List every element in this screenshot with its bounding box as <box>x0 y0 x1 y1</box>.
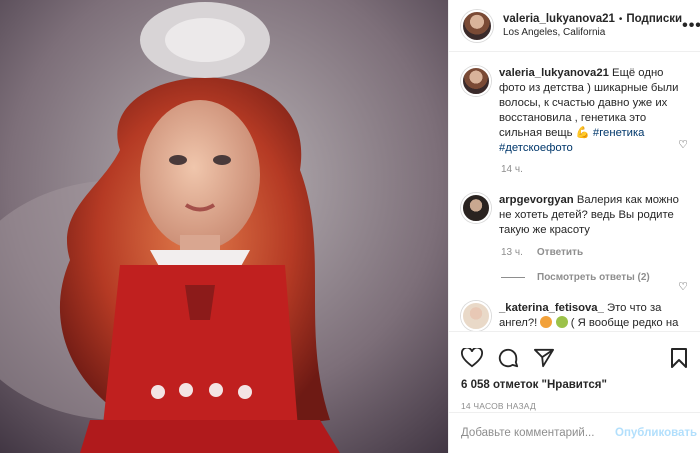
separator-dot: • <box>618 13 623 25</box>
cat-face-emoji-icon <box>555 316 568 328</box>
caption-text: valeria_lukyanova21 Ещё одно фото из дет… <box>499 66 688 156</box>
following-button[interactable]: Подписки <box>626 13 682 25</box>
like-heart-icon[interactable] <box>461 348 483 368</box>
view-replies-label[interactable]: Посмотреть ответы (2) <box>537 272 650 283</box>
comment-like-icon[interactable]: ♡ <box>678 138 688 151</box>
comment-item: _katerina_fetisova_ Это что за ангел?! (… <box>461 281 688 331</box>
commenter-avatar[interactable] <box>461 193 491 223</box>
post-timestamp[interactable]: 14 ЧАСОВ НАЗАД <box>461 401 688 411</box>
comment-meta: 13 ч. Ответить <box>501 247 688 258</box>
comment-text: _katerina_fetisova_ Это что за ангел?! (… <box>499 301 688 331</box>
comment-author[interactable]: arpgevorgyan <box>499 194 574 206</box>
author-avatar[interactable] <box>461 9 493 42</box>
publish-button[interactable]: Опубликовать <box>615 427 697 439</box>
post-side-panel: valeria_lukyanova21 • Подписки Los Angel… <box>448 0 700 453</box>
comment-text: arpgevorgyan Валерия как можно не хотеть… <box>499 193 688 238</box>
comment-like-icon[interactable]: ♡ <box>678 280 688 293</box>
likes-count[interactable]: 6 058 отметок "Нравится" <box>461 379 688 391</box>
caption-avatar[interactable] <box>461 66 491 96</box>
share-send-icon[interactable] <box>533 348 555 368</box>
replies-line <box>501 277 525 278</box>
caption: valeria_lukyanova21 Ещё одно фото из дет… <box>461 66 688 156</box>
more-options-icon[interactable]: ••• <box>682 17 700 35</box>
reply-button[interactable]: Ответить <box>537 247 583 258</box>
caption-author[interactable]: valeria_lukyanova21 <box>499 67 609 79</box>
post-actions: 6 058 отметок "Нравится" 14 ЧАСОВ НАЗАД <box>449 331 700 411</box>
comment-time[interactable]: 13 ч. <box>501 247 523 258</box>
action-icons <box>461 346 688 370</box>
bookmark-icon[interactable] <box>670 347 688 369</box>
comment-author[interactable]: _katerina_fetisova_ <box>499 302 604 314</box>
add-comment-bar: Опубликовать <box>449 412 700 453</box>
post-photo[interactable] <box>0 0 448 453</box>
photo-illustration <box>0 0 448 453</box>
commenter-avatar[interactable] <box>461 301 491 331</box>
comment-input[interactable] <box>461 427 615 439</box>
heart-eyes-emoji-icon <box>540 316 553 328</box>
header-row: valeria_lukyanova21 • Подписки <box>503 13 682 25</box>
caption-time[interactable]: 14 ч. <box>501 164 688 175</box>
author-username[interactable]: valeria_lukyanova21 <box>503 13 615 25</box>
comment-item: arpgevorgyan Валерия как можно не хотеть… <box>461 139 688 238</box>
comment-bubble-icon[interactable] <box>497 347 519 369</box>
post-header: valeria_lukyanova21 • Подписки Los Angel… <box>449 0 700 52</box>
view-replies[interactable]: Посмотреть ответы (2) <box>501 272 688 283</box>
header-text: valeria_lukyanova21 • Подписки Los Angel… <box>503 13 682 38</box>
comments-list[interactable]: valeria_lukyanova21 Ещё одно фото из дет… <box>449 52 700 331</box>
location-link[interactable]: Los Angeles, California <box>503 27 682 38</box>
